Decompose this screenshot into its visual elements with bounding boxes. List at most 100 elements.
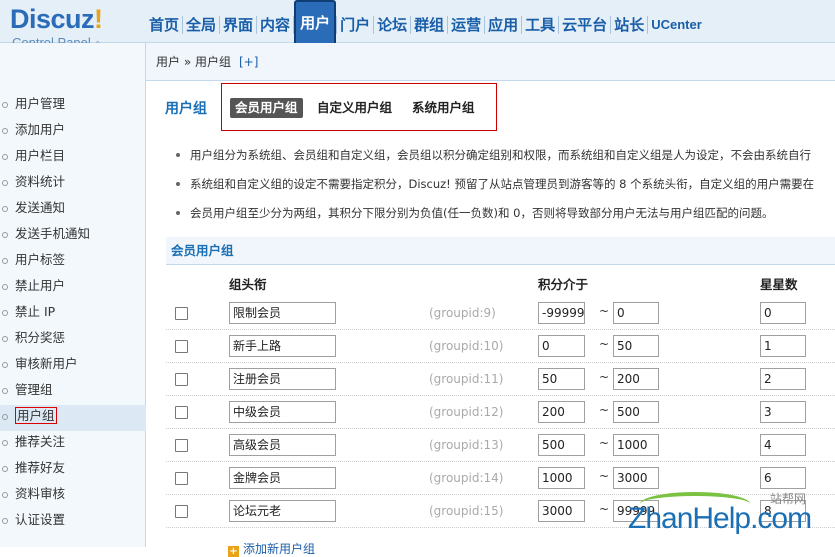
sidebar-item[interactable]: 用户标签 [0,249,146,275]
sidebar-item[interactable]: 资料审核 [0,483,146,509]
add-group-link[interactable]: + 添加新用户组 [228,540,315,557]
sidebar-item-label: 审核新用户 [15,356,78,371]
stars-input[interactable]: 2 [760,368,806,390]
group-id-label: (groupid:11) [429,372,504,386]
tab-member-groups[interactable]: 会员用户组 [230,98,303,118]
sidebar-menu: 用户管理添加用户用户栏目资料统计 发送通知发送手机通知 用户标签禁止用户禁止 IP 积… [0,93,146,535]
nav-item[interactable]: 工具 [522,0,558,43]
logo-exclaim: ! [94,4,103,34]
stars-input[interactable]: 6 [760,467,806,489]
nav-item[interactable]: 用户 [294,0,337,43]
table-row: 中级会员 (groupid:12) 200 ~500 3 [166,396,835,429]
select-checkbox[interactable] [175,439,188,452]
credits-low-input[interactable]: 500 [538,434,585,456]
nav-item[interactable]: 界面 [220,0,256,43]
watermark: ZhanHelp.com 站帮网 [620,490,835,547]
sidebar-item[interactable]: 资料统计 [0,171,146,197]
select-checkbox[interactable] [175,340,188,353]
credits-high-input[interactable]: 3000 [613,467,659,489]
table-row: 新手上路 (groupid:10) 0 ~50 1 [166,330,835,363]
credits-high-input[interactable]: 200 [613,368,659,390]
group-id-label: (groupid:10) [429,339,504,353]
select-checkbox[interactable] [175,373,188,386]
sidebar-item-label: 管理组 [15,382,53,397]
sidebar-item[interactable]: 用户栏目 [0,145,146,171]
sidebar-item[interactable]: 发送通知 [0,197,146,223]
range-separator: ~ [599,469,610,483]
sidebar-item-label: 用户栏目 [15,148,66,163]
select-checkbox[interactable] [175,307,188,320]
plus-icon: + [228,546,239,557]
credits-low-input[interactable]: 200 [538,401,585,423]
group-title-input[interactable]: 限制会员 [229,302,336,324]
nav-item[interactable]: 运营 [448,0,484,43]
range-separator: ~ [599,403,610,417]
select-checkbox[interactable] [175,472,188,485]
tip-item: 系统组和自定义组的设定不需要指定积分，Discuz! 预留了从站点管理员到游客等… [174,172,835,201]
nav-item[interactable]: 站长 [611,0,647,43]
sidebar-item[interactable]: 用户管理 [0,93,146,119]
sidebar-item[interactable]: 用户组 [0,405,146,431]
tips-list: 用户组分为系统组、会员组和自定义组，会员组以积分确定组别和权限，而系统组和自定义… [174,143,835,230]
range-separator: ~ [599,304,610,318]
select-checkbox[interactable] [175,505,188,518]
group-title-input[interactable]: 高级会员 [229,434,336,456]
credits-high-input[interactable]: 50 [613,335,659,357]
nav-item[interactable]: 内容 [257,0,293,43]
sidebar-item-label: 用户标签 [15,252,66,267]
nav-item[interactable]: 云平台 [559,0,610,43]
sidebar-item-label: 积分奖惩 [15,330,66,345]
nav-item[interactable]: 门户 [337,0,373,43]
sidebar-item-label: 发送手机通知 [15,226,91,241]
sidebar-item[interactable]: 审核新用户 [0,353,146,379]
group-title-input[interactable]: 论坛元老 [229,500,336,522]
group-title-input[interactable]: 新手上路 [229,335,336,357]
credits-low-input[interactable]: 0 [538,335,585,357]
sidebar-item[interactable]: 禁止用户 [0,275,146,301]
sidebar-item-label: 推荐好友 [15,460,66,475]
stars-input[interactable]: 1 [760,335,806,357]
group-title-input[interactable]: 金牌会员 [229,467,336,489]
sidebar-item[interactable]: 添加用户 [0,119,146,145]
stars-input[interactable]: 3 [760,401,806,423]
sidebar-item[interactable]: 禁止 IP [0,301,146,327]
range-separator: ~ [599,370,610,384]
sidebar-item[interactable]: 积分奖惩 [0,327,146,353]
nav-item[interactable]: 应用 [485,0,521,43]
credits-low-input[interactable]: 3000 [538,500,585,522]
range-separator: ~ [599,502,610,516]
breadcrumb-bar: 用户 » 用户组 [+] [146,43,835,81]
add-shortcut-link[interactable]: [+] [239,55,258,69]
nav-item[interactable]: 首页 [146,0,182,43]
stars-input[interactable]: 4 [760,434,806,456]
credits-high-input[interactable]: 500 [613,401,659,423]
nav-item[interactable]: 群组 [411,0,447,43]
sidebar-item[interactable]: 发送手机通知 [0,223,146,249]
stars-input[interactable]: 0 [760,302,806,324]
col-credits-header: 积分介于 [538,277,589,292]
page-title: 用户组 [165,101,207,117]
range-separator: ~ [599,337,610,351]
credits-high-input[interactable]: 1000 [613,434,659,456]
top-bar: Discuz! Control Panel ⌂ 首页全局界面内容用户门户论坛群组… [0,0,835,50]
sidebar-item[interactable]: 认证设置 [0,509,146,535]
sidebar-item[interactable]: 推荐好友 [0,457,146,483]
group-title-input[interactable]: 注册会员 [229,368,336,390]
sidebar-item[interactable]: 推荐关注 [0,431,146,457]
sidebar-item-label: 禁止 IP [15,304,56,319]
credits-high-input[interactable]: 0 [613,302,659,324]
tab-custom-groups[interactable]: 自定义用户组 [312,98,397,118]
sidebar-item-label: 推荐关注 [15,434,66,449]
credits-low-input[interactable]: 1000 [538,467,585,489]
tab-system-groups[interactable]: 系统用户组 [407,98,480,118]
select-checkbox[interactable] [175,406,188,419]
sidebar-item[interactable]: 管理组 [0,379,146,405]
nav-item[interactable]: UCenter [648,0,705,43]
credits-low-input[interactable]: 50 [538,368,585,390]
nav-item[interactable]: 论坛 [374,0,410,43]
credits-low-input[interactable]: -99999 [538,302,585,324]
main-content: 用户组 会员用户组 自定义用户组 系统用户组 用户组分为系统组、会员组和自定义组… [146,81,835,557]
group-title-input[interactable]: 中级会员 [229,401,336,423]
nav-item[interactable]: 全局 [183,0,219,43]
sidebar-item-label: 添加用户 [15,122,66,137]
